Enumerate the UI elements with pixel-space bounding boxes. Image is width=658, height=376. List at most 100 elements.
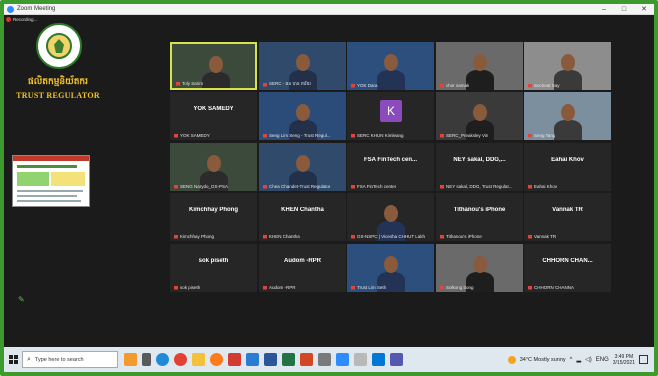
language-indicator[interactable]: ENG xyxy=(596,357,609,363)
meeting-area: Recording... ផលិតកម្មនិយ័តករ TRUST REGUL… xyxy=(4,15,654,347)
participant-tile[interactable]: Seng Lim Seng - Trust Regul... xyxy=(259,92,346,140)
minimize-button[interactable]: – xyxy=(594,4,614,14)
participant-tile[interactable]: Vannak TR Vannak TR xyxy=(524,193,611,241)
share-green-block xyxy=(17,172,49,186)
participant-tile[interactable]: FSA FinTech cen... FSA FinTech center xyxy=(347,143,434,191)
taskbar-search[interactable]: ⌕ Type here to search xyxy=(22,351,118,368)
participant-tile[interactable]: Solkong bong xyxy=(436,244,523,292)
participant-name: Tithanou's iPhone xyxy=(446,234,482,239)
participant-tile[interactable]: SENG Narydo_GS-PSA xyxy=(170,143,257,191)
zoom-taskbar-icon[interactable] xyxy=(336,353,349,366)
participant-tile[interactable]: GS-NSPC | Vicesha CHHUT Lakh xyxy=(347,193,434,241)
participant-tile[interactable]: Eahai Khov Eahai Khov xyxy=(524,143,611,191)
participant-tile[interactable]: YOK SAMEDY YOK SAMEDY xyxy=(170,92,257,140)
participant-name-tag: Trust Lim Seth xyxy=(351,285,386,290)
taskbar-clock[interactable]: 3:49 PM 3/15/2021 xyxy=(613,354,635,366)
firefox-icon[interactable] xyxy=(210,353,223,366)
participant-name: KHEN Chantha xyxy=(269,234,300,239)
muted-mic-icon xyxy=(528,234,532,239)
participant-tile[interactable]: NEY sakal, DDG,... NEY sakal, DDG, Trust … xyxy=(436,143,523,191)
shared-screen-thumbnail[interactable] xyxy=(12,155,90,207)
share-text-row xyxy=(17,195,77,197)
task-view-icon[interactable] xyxy=(142,353,151,366)
tray-chevron-icon[interactable]: ^ xyxy=(570,357,573,363)
participant-body xyxy=(377,70,405,90)
participant-tile[interactable]: Tithanou's iPhone Tithanou's iPhone xyxy=(436,193,523,241)
app-icon[interactable] xyxy=(354,353,367,366)
participant-head xyxy=(296,155,310,172)
teams-icon[interactable] xyxy=(390,353,403,366)
outlook-icon[interactable] xyxy=(372,353,385,366)
participant-name: NEY sakal, DDG, Trust Regulat... xyxy=(446,184,513,189)
participant-name-tag: SERC - ឆន បាន ការិយ xyxy=(263,81,311,88)
participant-tile[interactable]: YOK Dara xyxy=(347,42,434,90)
participant-display-name: Eahai Khov xyxy=(551,157,584,163)
participant-display-name: FSA FinTech cen... xyxy=(363,157,417,163)
participant-tile[interactable]: Toly Sarim xyxy=(170,42,257,90)
participant-name-tag: Seng Tang xyxy=(528,133,555,138)
participant-name: Seng Tang xyxy=(534,133,556,138)
participant-name: Chea Chandet-Trust Regulator xyxy=(269,184,331,189)
share-text-row xyxy=(17,200,81,202)
participant-head xyxy=(384,54,398,71)
network-icon[interactable]: ▂ xyxy=(576,356,581,363)
news-widget-icon[interactable] xyxy=(124,353,137,366)
telegram-icon[interactable] xyxy=(246,353,259,366)
participant-tile[interactable]: CHHORN CHAN... CHHORN CHANNA xyxy=(524,244,611,292)
participant-tile[interactable]: Chea Chandet-Trust Regulator xyxy=(259,143,346,191)
logo-seal xyxy=(36,23,82,69)
participant-tile[interactable]: Kimchhay Phong Kimchhay Phong xyxy=(170,193,257,241)
participant-name-tag: Kimchhay Phong xyxy=(174,234,214,239)
taskbar-pinned-apps xyxy=(124,353,403,366)
participant-tile[interactable]: SERC_Preaksley Vin xyxy=(436,92,523,140)
search-icon: ⌕ xyxy=(27,355,31,363)
share-text-row xyxy=(17,190,83,192)
participant-tile[interactable]: SERC - ឆន បាន ការិយ xyxy=(259,42,346,90)
word-icon[interactable] xyxy=(264,353,277,366)
powerpoint-icon[interactable] xyxy=(300,353,313,366)
app-icon[interactable] xyxy=(318,353,331,366)
participant-tile[interactable]: K SERC KHUN Kimleang xyxy=(347,92,434,140)
participant-tile[interactable]: Trust Lim Seth xyxy=(347,244,434,292)
chrome-icon[interactable] xyxy=(174,353,187,366)
logo-inner-circle xyxy=(46,33,72,59)
participant-head xyxy=(561,54,575,71)
search-placeholder: Type here to search xyxy=(34,356,84,363)
weather-text[interactable]: 34°C Mostly sunny xyxy=(520,357,566,363)
participant-name-tag: CHHORN CHANNA xyxy=(528,285,574,290)
windows-taskbar: ⌕ Type here to search 34°C Mostly sunny … xyxy=(4,347,654,372)
excel-icon[interactable] xyxy=(282,353,295,366)
muted-mic-icon xyxy=(351,285,355,290)
volume-icon[interactable]: ◁) xyxy=(585,356,592,363)
close-button[interactable]: ✕ xyxy=(634,4,654,14)
annotate-pencil-icon[interactable]: ✎ xyxy=(18,295,25,304)
participant-tile[interactable]: Audom -RPR Audom -RPR xyxy=(259,244,346,292)
muted-mic-icon xyxy=(351,184,355,189)
notification-icon[interactable] xyxy=(639,355,648,364)
muted-mic-icon xyxy=(263,82,267,87)
participant-tile[interactable]: Seng Tang xyxy=(524,92,611,140)
participant-head xyxy=(384,256,398,273)
window-titlebar: Zoom Meeting – □ ✕ xyxy=(4,4,654,15)
participant-tile[interactable]: chor samak xyxy=(436,42,523,90)
participant-display-name: Vannak TR xyxy=(552,207,583,213)
muted-mic-icon xyxy=(351,133,355,138)
participant-tile[interactable]: sok piseth sok piseth xyxy=(170,244,257,292)
participant-name: chor samak xyxy=(446,83,470,88)
participant-name: Audom -RPR xyxy=(269,285,296,290)
participant-display-name: sok piseth xyxy=(198,258,229,264)
participant-head xyxy=(296,104,310,121)
muted-mic-icon xyxy=(528,285,532,290)
participant-name-tag: KHEN Chantha xyxy=(263,234,300,239)
start-button[interactable] xyxy=(4,347,22,372)
file-explorer-icon[interactable] xyxy=(192,353,205,366)
logo-english-text: TRUST REGULATOR xyxy=(16,91,100,100)
participant-tile[interactable]: Socheat Say xyxy=(524,42,611,90)
edge-icon[interactable] xyxy=(156,353,169,366)
maximize-button[interactable]: □ xyxy=(614,4,634,14)
participant-display-name: Kimchhay Phong xyxy=(188,207,238,213)
acrobat-icon[interactable] xyxy=(228,353,241,366)
participant-tile[interactable]: KHEN Chantha KHEN Chantha xyxy=(259,193,346,241)
participant-name-tag: FSA FinTech center xyxy=(351,184,396,189)
participant-head xyxy=(209,56,223,73)
